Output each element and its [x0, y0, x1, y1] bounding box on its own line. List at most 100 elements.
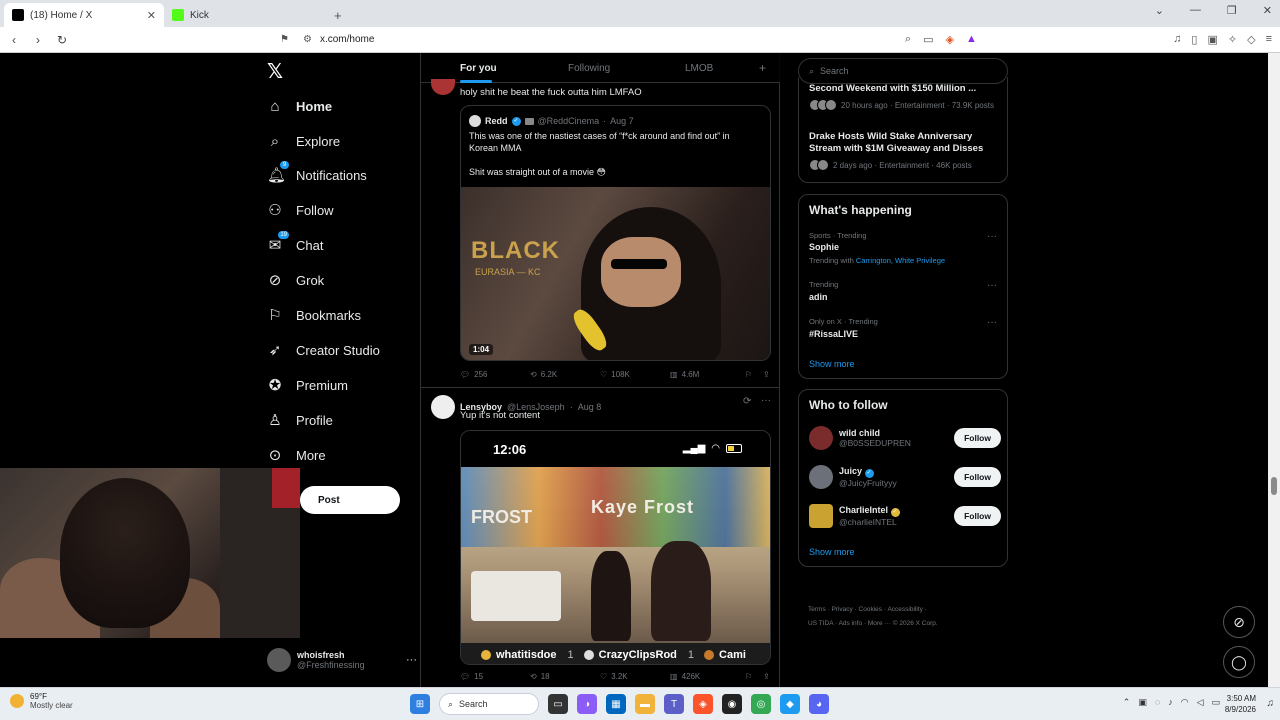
tweet-more-icon[interactable]: ···	[761, 395, 771, 406]
grok-fab-icon[interactable]: ⊘	[1223, 606, 1255, 638]
page-scrollbar[interactable]	[1268, 53, 1280, 687]
follow-button[interactable]: Follow	[954, 467, 1001, 487]
follow-suggestion[interactable]: CharlieIntel ✓ @charlieINTEL Follow	[809, 503, 1001, 529]
follow-suggestion[interactable]: wild child @B0SSEDUPREN Follow	[809, 425, 1001, 451]
app-icon[interactable]: ◉	[722, 694, 742, 714]
back-button[interactable]: ‹	[4, 33, 24, 47]
discord-icon[interactable]: ◕	[809, 694, 829, 714]
notification-center-icon[interactable]: ♫	[1267, 698, 1275, 709]
url-field[interactable]: ⚑ ⚙ x.com/home	[280, 29, 1000, 51]
trend-name[interactable]: Sophie	[809, 242, 839, 252]
news-item-title[interactable]: Second Weekend with $150 Million ...	[809, 83, 1004, 95]
nav-bookmarks[interactable]: ⚐ Bookmarks	[267, 303, 361, 327]
post-button[interactable]: Post	[300, 486, 400, 514]
wallet-icon[interactable]: ▣	[1207, 33, 1217, 46]
like-button[interactable]: ♡ 3.2K	[600, 672, 670, 681]
follow-button[interactable]: Follow	[954, 428, 1001, 448]
tab-for-you[interactable]: For you	[460, 63, 497, 83]
vpn-icon[interactable]: ◇	[1247, 33, 1255, 46]
tweet-date[interactable]: Aug 8	[578, 402, 602, 412]
reload-button[interactable]: ↻	[52, 33, 72, 47]
messages-fab-icon[interactable]: ◯	[1223, 646, 1255, 678]
nav-profile[interactable]: ♙ Profile	[267, 408, 333, 432]
repost-button[interactable]: ⟲ 6.2K	[530, 370, 600, 379]
avatar[interactable]	[431, 395, 455, 419]
brave-rewards-icon[interactable]: ▲	[966, 33, 977, 46]
brave-shield-icon[interactable]: ◈	[946, 33, 954, 46]
tweet-media[interactable]: 12:06 ▂▄▆ ◠ FROST Kaye Frost whatitisdoe…	[460, 430, 771, 665]
copilot-icon[interactable]: ◑	[577, 694, 597, 714]
nav-follow[interactable]: ⚇ Follow	[267, 198, 333, 222]
battery-icon[interactable]: ▭	[1211, 697, 1220, 708]
repost-button[interactable]: ⟲ 18	[530, 672, 600, 681]
footer-line[interactable]: Terms · Privacy · Cookies · Accessibilit…	[808, 603, 998, 617]
trend-name[interactable]: #RissaLIVE	[809, 329, 858, 339]
forward-button[interactable]: ›	[28, 33, 48, 47]
show-more-link[interactable]: Show more	[809, 359, 855, 369]
store-icon[interactable]: ▦	[606, 694, 626, 714]
video-player[interactable]: BLACK EURASIA — KC 1:04	[461, 187, 770, 360]
maximize-button[interactable]: ❐	[1227, 4, 1237, 17]
nav-home[interactable]: ⌂ Home	[267, 94, 332, 118]
views-button[interactable]: ▥ 426K	[670, 672, 745, 681]
tab-x-home[interactable]: (18) Home / X ✕	[4, 3, 164, 27]
trend-more-icon[interactable]: ···	[987, 280, 997, 291]
brave-browser-icon[interactable]: ◈	[693, 694, 713, 714]
new-tab-button[interactable]: +	[324, 3, 352, 27]
taskbar-clock[interactable]: 3:50 AM 8/9/2026	[1225, 693, 1256, 715]
bookmark-page-icon[interactable]: ⚑	[280, 34, 289, 45]
volume-icon[interactable]: ◁	[1197, 697, 1204, 708]
nav-grok[interactable]: ⊘ Grok	[267, 268, 324, 292]
nav-explore[interactable]: ⌕ Explore	[267, 129, 340, 153]
close-window-button[interactable]: ✕	[1263, 4, 1272, 17]
tab-list-icon[interactable]: ⌄	[1155, 4, 1164, 17]
share-button[interactable]: ⇪	[763, 370, 770, 379]
site-info-icon[interactable]: ⚙	[303, 34, 312, 45]
network-icon[interactable]: ◌	[1155, 697, 1160, 708]
like-button[interactable]: ♡ 108K	[600, 370, 670, 379]
nav-chat[interactable]: ✉ 19 Chat	[267, 231, 323, 257]
tab-following[interactable]: Following	[568, 63, 610, 74]
quoted-tweet[interactable]: Redd ✓ @ReddCinema · Aug 7 This was one …	[460, 105, 771, 361]
reply-button[interactable]: 💬︎ 15	[460, 672, 530, 681]
nav-premium[interactable]: ✪ Premium	[267, 373, 348, 397]
trend-more-icon[interactable]: ···	[987, 317, 997, 328]
tab-lmob[interactable]: LMOB	[685, 63, 713, 74]
chrome-icon[interactable]: ◎	[751, 694, 771, 714]
reply-button[interactable]: 💬︎ 256	[460, 370, 530, 379]
follow-suggestion[interactable]: Juicy ✓ @JuicyFruityyy Follow	[809, 464, 1001, 490]
sidebar-icon[interactable]: ▯	[1191, 33, 1197, 46]
teams-icon[interactable]: T	[664, 694, 684, 714]
zoom-icon[interactable]: ⌕	[905, 33, 911, 46]
nav-more[interactable]: ⊙ More	[267, 443, 326, 467]
app-active-icon[interactable]: ◆	[780, 694, 800, 714]
cast-icon[interactable]: ▭	[923, 33, 933, 46]
leo-ai-icon[interactable]: ✧	[1228, 33, 1237, 46]
taskbar-search[interactable]: ⌕ Search	[439, 693, 539, 715]
mic-icon[interactable]: ♪	[1168, 697, 1173, 708]
file-explorer-icon[interactable]: ▬	[635, 694, 655, 714]
minimize-button[interactable]: —	[1190, 4, 1201, 17]
media-icon[interactable]: ♫	[1173, 33, 1181, 46]
trend-name[interactable]: adin	[809, 292, 828, 302]
views-button[interactable]: ▥ 4.6M	[670, 370, 745, 379]
grok-analyze-icon[interactable]: ⟳	[743, 396, 751, 407]
x-logo-icon[interactable]: 𝕏	[267, 59, 283, 84]
trend-more-icon[interactable]: ···	[987, 231, 997, 242]
nav-notifications[interactable]: 🔔︎ 9 Notifications	[267, 161, 367, 187]
news-item-title[interactable]: Drake Hosts Wild Stake Anniversary Strea…	[809, 131, 1004, 155]
nav-creator-studio[interactable]: ➶ Creator Studio	[267, 338, 380, 362]
start-menu-icon[interactable]: ⊞	[410, 694, 430, 714]
tab-kick[interactable]: Kick	[164, 3, 324, 27]
menu-icon[interactable]: ≡	[1266, 33, 1272, 46]
scrollbar-thumb[interactable]	[1271, 477, 1277, 495]
share-button[interactable]: ⇪	[763, 672, 770, 681]
weather-widget[interactable]: 69°F Mostly clear	[10, 692, 73, 710]
account-more-icon[interactable]: ···	[406, 654, 417, 666]
task-view-icon[interactable]: ▭	[548, 694, 568, 714]
bookmark-button[interactable]: ⚐	[745, 370, 763, 379]
account-switcher[interactable]: whoisfresh @Freshfinessing ···	[267, 647, 417, 673]
show-more-link[interactable]: Show more	[809, 547, 855, 557]
close-tab-icon[interactable]: ✕	[147, 9, 156, 22]
tray-overflow-icon[interactable]: ⌃	[1123, 697, 1131, 708]
